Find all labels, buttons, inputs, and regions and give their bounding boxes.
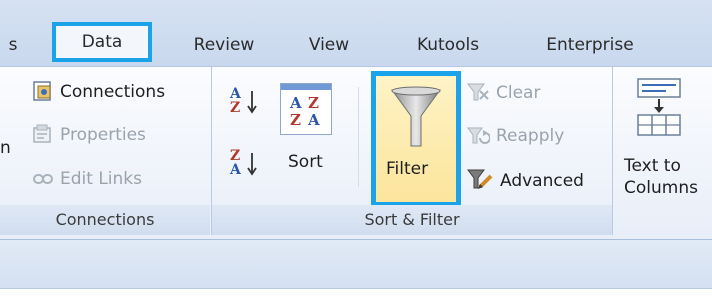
- ribbon-tab-bar: s Data Review View Kutools Enterprise: [0, 0, 712, 66]
- advanced-filter-icon: [466, 167, 494, 195]
- sort-filter-group-label: Sort & Filter: [212, 205, 612, 235]
- clear-button[interactable]: Clear: [496, 82, 540, 104]
- formula-bar-area: [0, 240, 712, 289]
- reapply-icon: [466, 125, 491, 151]
- arrow-down-icon: [246, 151, 258, 181]
- text-to-columns-line2: Columns: [624, 178, 698, 198]
- sort-icon-a2: A: [308, 111, 320, 129]
- sort-icon-z1: Z: [308, 94, 319, 112]
- arrow-down-icon: [246, 89, 258, 119]
- sort-dialog-icon: A Z Z A: [280, 83, 332, 135]
- sort-descending-button[interactable]: Z A: [226, 147, 266, 187]
- filter-button[interactable]: Filter: [371, 71, 461, 207]
- connections-button[interactable]: Connections: [60, 81, 165, 103]
- reapply-button[interactable]: Reapply: [496, 125, 564, 147]
- inner-separator: [358, 87, 359, 187]
- connections-group-label: Connections: [0, 205, 210, 235]
- sort-descending-a: A: [230, 162, 241, 178]
- connections-icon: [32, 80, 54, 106]
- edit-links-icon: [32, 171, 54, 191]
- sort-label: Sort: [288, 152, 323, 172]
- advanced-button[interactable]: Advanced: [500, 170, 584, 192]
- tab-partial[interactable]: s: [0, 30, 26, 60]
- text-to-columns-line1: Text to: [624, 156, 681, 176]
- partial-button-label[interactable]: n: [0, 137, 11, 159]
- filter-label: Filter: [386, 159, 429, 179]
- properties-icon: [32, 123, 54, 149]
- edit-links-button[interactable]: Edit Links: [60, 168, 142, 190]
- text-to-columns-icon: [636, 77, 684, 141]
- tab-review[interactable]: Review: [178, 30, 270, 60]
- sort-button[interactable]: A Z Z A Sort: [276, 81, 338, 191]
- clear-filter-icon: [466, 81, 490, 107]
- ribbon-panel: n Connections Properties Edit Links Conn…: [0, 66, 712, 240]
- sort-icon-z2: Z: [290, 111, 301, 129]
- tab-data[interactable]: Data: [52, 22, 152, 62]
- sort-ascending-z: Z: [230, 100, 241, 116]
- tab-view[interactable]: View: [296, 30, 362, 60]
- tab-kutools[interactable]: Kutools: [402, 30, 494, 60]
- properties-button[interactable]: Properties: [60, 124, 146, 146]
- funnel-icon: [390, 86, 442, 152]
- sort-ascending-button[interactable]: A Z: [226, 85, 266, 125]
- sort-icon-a1: A: [290, 94, 302, 112]
- group-separator: [612, 67, 613, 235]
- text-to-columns-button[interactable]: Text to Columns: [614, 71, 712, 201]
- tab-enterprise[interactable]: Enterprise: [530, 30, 650, 60]
